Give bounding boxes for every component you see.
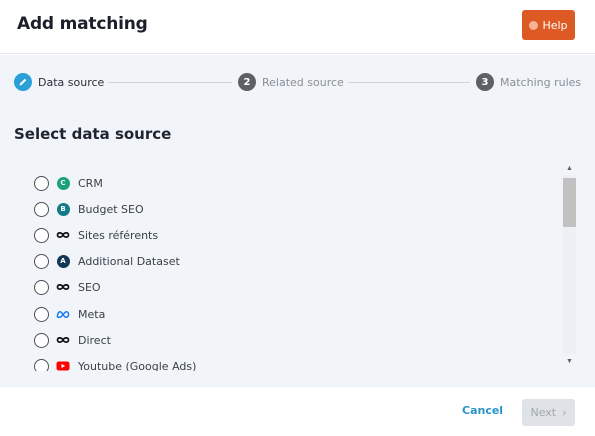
step-label: Matching rules bbox=[500, 75, 582, 89]
step-number: 3 bbox=[476, 73, 494, 91]
crm-badge-icon: C bbox=[56, 176, 70, 190]
list-scrollbar[interactable]: ▲ ▼ bbox=[562, 161, 577, 368]
help-label: Help bbox=[542, 18, 568, 32]
budget-seo-badge-icon: B bbox=[56, 202, 70, 216]
list-item-crm[interactable]: C CRM bbox=[34, 173, 103, 193]
infinity-icon bbox=[56, 333, 70, 347]
next-label: Next bbox=[530, 406, 557, 419]
list-item-sites-referents[interactable]: Sites référents bbox=[34, 225, 158, 245]
list-item-additional-dataset[interactable]: A Additional Dataset bbox=[34, 251, 180, 271]
badge-letter: C bbox=[56, 176, 70, 190]
radio-button[interactable] bbox=[34, 175, 49, 191]
scroll-up-arrow-icon[interactable]: ▲ bbox=[562, 161, 577, 175]
help-icon bbox=[529, 20, 539, 30]
source-label: Meta bbox=[78, 307, 106, 321]
list-item-meta[interactable]: Meta bbox=[34, 304, 105, 324]
badge-letter: A bbox=[56, 254, 70, 268]
source-label: Direct bbox=[78, 333, 111, 347]
additional-dataset-badge-icon: A bbox=[56, 254, 70, 268]
list-item-youtube-google-ads[interactable]: Youtube (Google Ads) bbox=[34, 356, 196, 371]
step-related-source: 2 Related source bbox=[238, 73, 344, 91]
meta-icon bbox=[56, 307, 70, 321]
step-connector bbox=[348, 82, 470, 83]
data-source-list: C CRM B Budget SEO Sites référents A Add… bbox=[14, 161, 578, 371]
pencil-icon bbox=[14, 73, 32, 91]
scroll-down-arrow-icon[interactable]: ▼ bbox=[562, 354, 577, 368]
list-item-seo[interactable]: SEO bbox=[34, 277, 101, 297]
modal-title: Add matching bbox=[17, 14, 148, 34]
radio-button[interactable] bbox=[34, 279, 49, 295]
section-title: Select data source bbox=[14, 125, 172, 143]
list-item-direct[interactable]: Direct bbox=[34, 330, 111, 350]
modal-footer: Cancel Next › bbox=[0, 387, 595, 436]
source-label: Youtube (Google Ads) bbox=[78, 359, 197, 372]
radio-button[interactable] bbox=[34, 253, 49, 269]
source-label: Additional Dataset bbox=[78, 254, 180, 268]
list-item-budget-seo[interactable]: B Budget SEO bbox=[34, 199, 144, 219]
scroll-thumb[interactable] bbox=[563, 178, 576, 227]
radio-button[interactable] bbox=[34, 332, 49, 348]
source-label: Sites référents bbox=[78, 228, 159, 242]
infinity-icon bbox=[56, 228, 70, 242]
stepper: Data source 2 Related source 3 Matching … bbox=[0, 73, 595, 91]
step-label: Data source bbox=[38, 75, 105, 89]
radio-button[interactable] bbox=[34, 358, 49, 371]
step-data-source: Data source bbox=[14, 73, 104, 91]
step-matching-rules: 3 Matching rules bbox=[476, 73, 581, 91]
radio-button[interactable] bbox=[34, 306, 49, 322]
step-number: 2 bbox=[238, 73, 256, 91]
badge-letter: B bbox=[56, 202, 70, 216]
modal-header: Add matching Help bbox=[0, 0, 595, 54]
radio-button[interactable] bbox=[34, 227, 49, 243]
radio-button[interactable] bbox=[34, 201, 49, 217]
chevron-right-icon: › bbox=[562, 406, 567, 419]
cancel-button[interactable]: Cancel bbox=[462, 404, 503, 417]
source-label: SEO bbox=[78, 280, 101, 294]
step-connector bbox=[108, 82, 232, 83]
help-button[interactable]: Help bbox=[522, 10, 575, 40]
source-label: Budget SEO bbox=[78, 202, 144, 216]
next-button[interactable]: Next › bbox=[522, 399, 575, 426]
source-label: CRM bbox=[78, 176, 103, 190]
step-label: Related source bbox=[262, 75, 344, 89]
youtube-icon bbox=[56, 359, 70, 371]
infinity-icon bbox=[56, 280, 70, 294]
